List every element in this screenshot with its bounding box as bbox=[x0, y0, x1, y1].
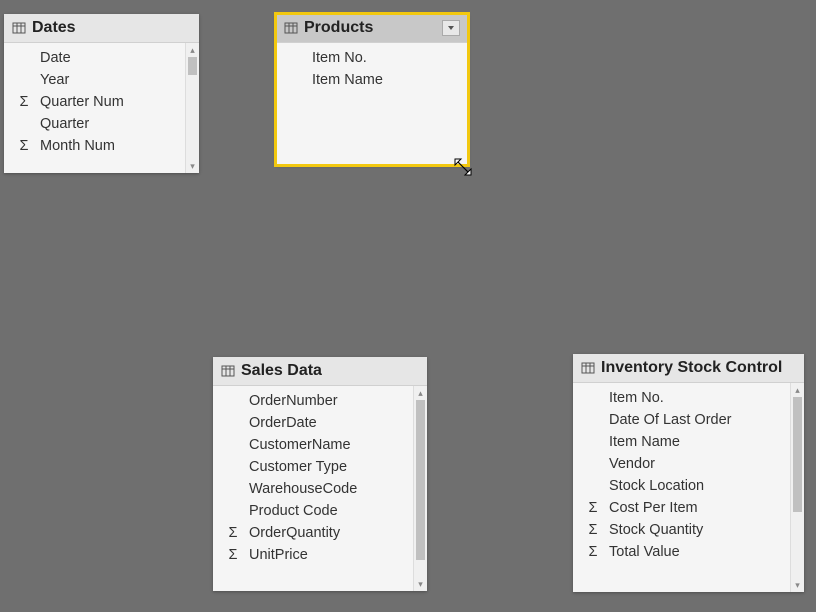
field-row[interactable]: OrderNumber bbox=[213, 390, 427, 412]
scroll-down-icon[interactable]: ▾ bbox=[791, 578, 804, 592]
table-products[interactable]: Products Item No. Item Name bbox=[276, 14, 468, 165]
sigma-icon: Σ bbox=[221, 547, 245, 563]
field-list-products: Item No. Item Name bbox=[276, 43, 468, 95]
field-row[interactable]: Item No. bbox=[276, 47, 468, 69]
table-icon bbox=[221, 364, 235, 378]
field-list-inventory: Item No. Date Of Last Order Item Name Ve… bbox=[573, 383, 804, 567]
sigma-icon: Σ bbox=[12, 94, 36, 110]
scroll-up-icon[interactable]: ▴ bbox=[186, 43, 199, 57]
scrollbar[interactable]: ▴ ▾ bbox=[413, 386, 427, 591]
field-row[interactable]: OrderDate bbox=[213, 412, 427, 434]
table-icon bbox=[12, 21, 26, 35]
field-row[interactable]: ΣQuarter Num bbox=[4, 91, 199, 113]
field-row[interactable]: Customer Type bbox=[213, 456, 427, 478]
table-icon bbox=[284, 21, 298, 35]
table-dates[interactable]: Dates Date Year ΣQuarter Num Quarter ΣMo… bbox=[4, 14, 199, 173]
scroll-thumb[interactable] bbox=[793, 397, 802, 512]
sigma-icon: Σ bbox=[581, 522, 605, 538]
scrollbar[interactable]: ▴ ▾ bbox=[790, 383, 804, 592]
field-row[interactable]: Item No. bbox=[573, 387, 804, 409]
field-row[interactable]: ΣOrderQuantity bbox=[213, 522, 427, 544]
scroll-down-icon[interactable]: ▾ bbox=[414, 577, 427, 591]
table-header-dates[interactable]: Dates bbox=[4, 14, 199, 43]
table-icon bbox=[581, 361, 595, 375]
table-header-products[interactable]: Products bbox=[276, 14, 468, 43]
field-row[interactable]: ΣCost Per Item bbox=[573, 497, 804, 519]
sigma-icon: Σ bbox=[581, 544, 605, 560]
scroll-down-icon[interactable]: ▾ bbox=[186, 159, 199, 173]
field-row[interactable]: Year bbox=[4, 69, 199, 91]
field-row[interactable]: ΣStock Quantity bbox=[573, 519, 804, 541]
field-row[interactable]: ΣMonth Num bbox=[4, 135, 199, 157]
field-list-dates: Date Year ΣQuarter Num Quarter ΣMonth Nu… bbox=[4, 43, 199, 161]
scrollbar[interactable]: ▴ ▾ bbox=[185, 43, 199, 173]
field-row[interactable]: ΣTotal Value bbox=[573, 541, 804, 563]
table-title: Products bbox=[304, 19, 373, 37]
table-inventory[interactable]: Inventory Stock Control Item No. Date Of… bbox=[573, 354, 804, 592]
table-title: Dates bbox=[32, 19, 76, 37]
field-row[interactable]: Item Name bbox=[276, 69, 468, 91]
table-title: Inventory Stock Control bbox=[601, 359, 782, 377]
chevron-down-icon bbox=[448, 26, 454, 30]
scroll-up-icon[interactable]: ▴ bbox=[414, 386, 427, 400]
table-header-inventory[interactable]: Inventory Stock Control bbox=[573, 354, 804, 383]
table-options-button[interactable] bbox=[442, 20, 460, 36]
field-row[interactable]: Product Code bbox=[213, 500, 427, 522]
scroll-thumb[interactable] bbox=[188, 57, 197, 75]
field-row[interactable]: Quarter bbox=[4, 113, 199, 135]
field-row[interactable]: CustomerName bbox=[213, 434, 427, 456]
table-sales[interactable]: Sales Data OrderNumber OrderDate Custome… bbox=[213, 357, 427, 591]
table-title: Sales Data bbox=[241, 362, 322, 380]
sigma-icon: Σ bbox=[12, 138, 36, 154]
field-row[interactable]: Stock Location bbox=[573, 475, 804, 497]
field-row[interactable]: WarehouseCode bbox=[213, 478, 427, 500]
scroll-up-icon[interactable]: ▴ bbox=[791, 383, 804, 397]
field-row[interactable]: Vendor bbox=[573, 453, 804, 475]
table-header-sales[interactable]: Sales Data bbox=[213, 357, 427, 386]
field-row[interactable]: Date bbox=[4, 47, 199, 69]
sigma-icon: Σ bbox=[581, 500, 605, 516]
field-row[interactable]: Date Of Last Order bbox=[573, 409, 804, 431]
field-list-sales: OrderNumber OrderDate CustomerName Custo… bbox=[213, 386, 427, 570]
sigma-icon: Σ bbox=[221, 525, 245, 541]
scroll-thumb[interactable] bbox=[416, 400, 425, 560]
field-row[interactable]: ΣUnitPrice bbox=[213, 544, 427, 566]
field-row[interactable]: Item Name bbox=[573, 431, 804, 453]
